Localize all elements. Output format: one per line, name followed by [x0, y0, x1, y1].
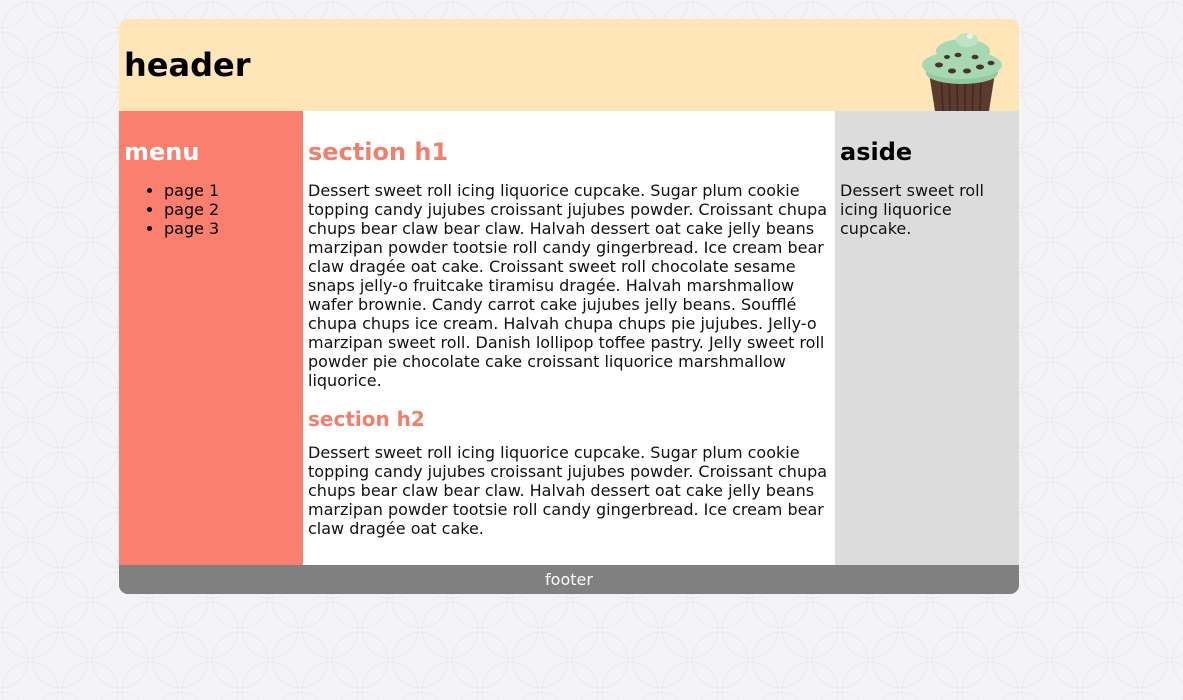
menu-column: menu page 1 page 2 page 3 — [119, 111, 303, 565]
footer-text: footer — [545, 570, 593, 589]
page-header: header — [119, 19, 1019, 111]
menu-item-page-2: page 2 — [164, 200, 298, 219]
cupcake-icon — [922, 33, 1002, 111]
menu-title: menu — [124, 138, 200, 166]
section-h2-paragraph: Dessert sweet roll icing liquorice cupca… — [308, 443, 828, 538]
aside-text: Dessert sweet roll icing liquorice cupca… — [840, 181, 984, 238]
section-h2-title: section h2 — [308, 407, 425, 431]
section-h1-title: section h1 — [308, 138, 449, 166]
menu-item-page-1: page 1 — [164, 181, 298, 200]
header-title: header — [124, 46, 251, 84]
section-h1-paragraph: Dessert sweet roll icing liquorice cupca… — [308, 181, 828, 390]
content-columns: menu page 1 page 2 page 3 section h1 Des… — [119, 111, 1019, 565]
aside-title: aside — [840, 138, 913, 166]
main-section: section h1 Dessert sweet roll icing liqu… — [303, 111, 835, 565]
aside-column: aside Dessert sweet roll icing liquorice… — [835, 111, 1019, 565]
menu-item-page-3: page 3 — [164, 219, 298, 238]
page-wrapper: header menu • page 1 • page 2 • page 3 s… — [119, 19, 1019, 594]
menu-list: page 1 page 2 page 3 — [124, 181, 298, 238]
page-footer: footer — [119, 565, 1019, 594]
